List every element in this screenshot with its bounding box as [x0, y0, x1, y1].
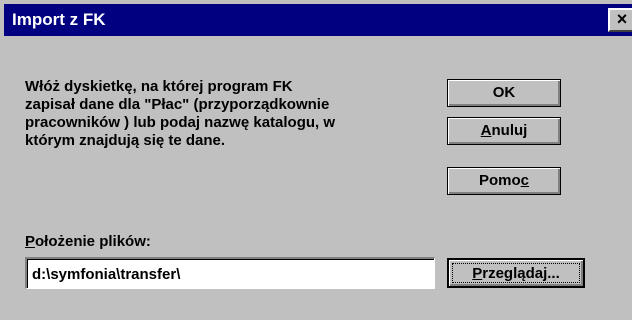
title-bar: Import z FK × — [4, 4, 632, 36]
file-location-label-text: ołożenie plików: — [35, 233, 151, 250]
cancel-hotkey: A — [480, 122, 492, 139]
instruction-line: którym znajdują się te dane. — [25, 132, 226, 149]
cancel-button[interactable]: Anuluj — [447, 117, 561, 145]
file-location-field — [25, 257, 435, 289]
help-button-label: Pomo — [478, 172, 521, 189]
ok-button-label: OK — [492, 84, 516, 101]
file-location-hotkey: P — [25, 233, 36, 250]
instruction-line: Włóż dyskietkę, na której program FK — [25, 78, 293, 95]
file-location-input[interactable] — [30, 262, 432, 286]
instruction-text: Włóż dyskietkę, na której program FK zap… — [25, 78, 435, 150]
window-title: Import z FK — [12, 10, 106, 29]
browse-button[interactable]: Przeglądaj... — [447, 258, 585, 288]
help-hotkey: c — [520, 172, 529, 189]
instruction-line: zapisał dane dla "Płac" (przyporządkowni… — [25, 96, 330, 113]
instruction-line: pracowników ) lub podaj nazwę katalogu, … — [25, 114, 336, 131]
help-button[interactable]: Pomoc — [447, 167, 561, 195]
import-dialog: Import z FK × Włóż dyskietkę, na której … — [0, 0, 632, 320]
file-location-label: Położenie plików: — [25, 233, 151, 251]
focus-indicator — [452, 263, 580, 283]
cancel-button-label: nuluj — [491, 122, 528, 139]
close-icon: × — [616, 9, 628, 29]
close-button[interactable]: × — [608, 8, 632, 32]
ok-button[interactable]: OK — [447, 79, 561, 107]
